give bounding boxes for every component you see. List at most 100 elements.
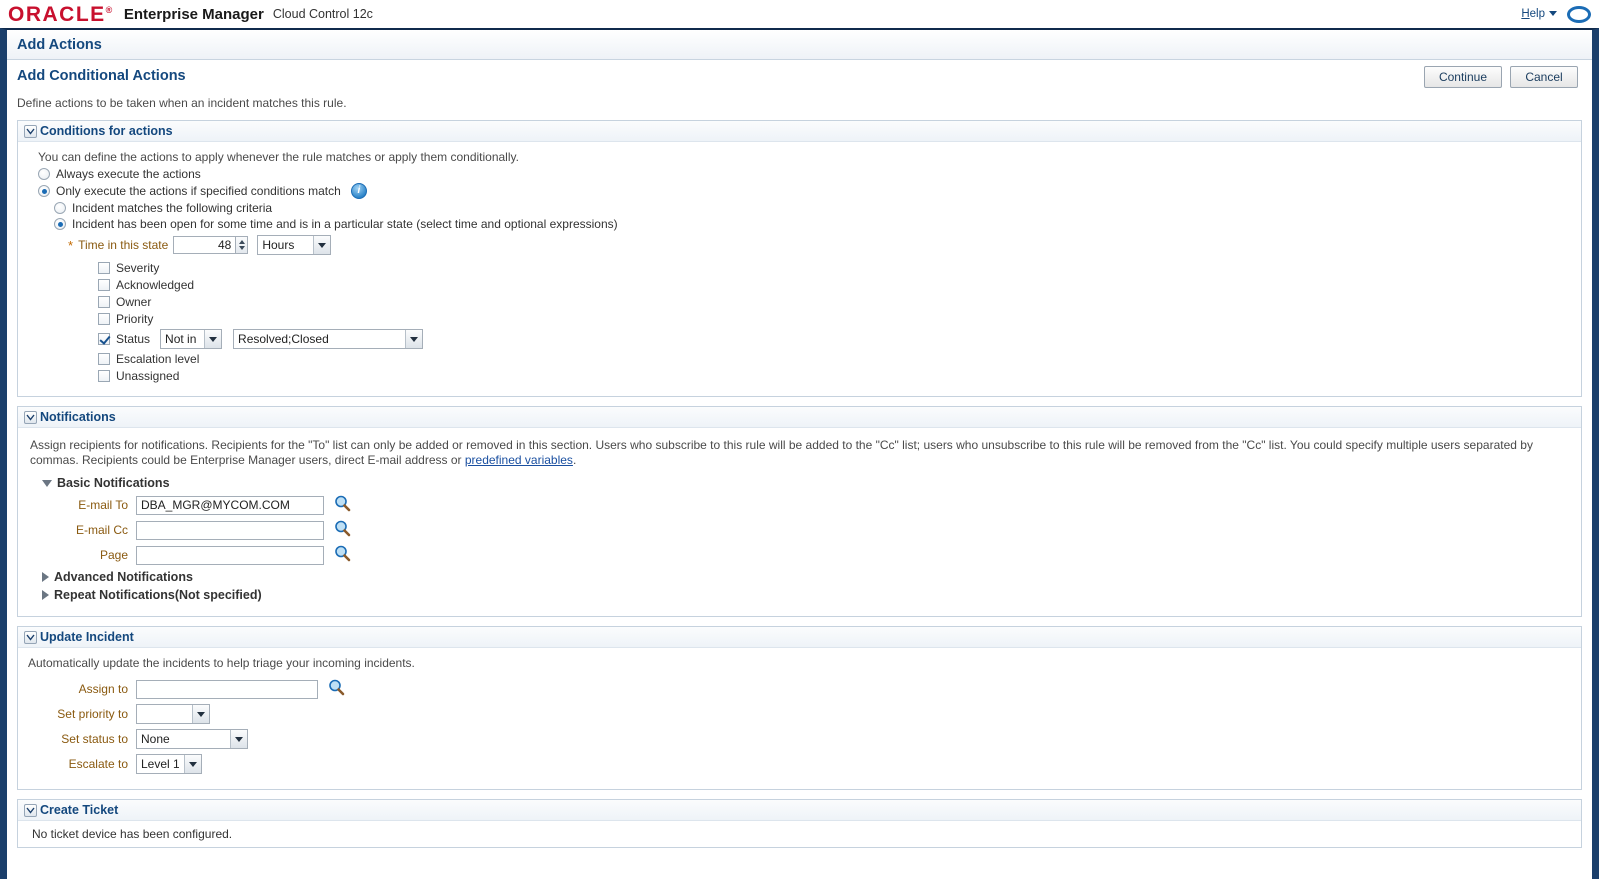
checkbox-row-priority[interactable]: Priority xyxy=(98,312,1571,326)
spinner-down-icon[interactable] xyxy=(238,246,245,250)
search-lens-icon-assign-to[interactable] xyxy=(328,679,345,699)
collapse-update-incident-icon[interactable] xyxy=(24,630,37,644)
search-lens-icon-page[interactable] xyxy=(334,545,351,565)
checkbox-row-acknowledged[interactable]: Acknowledged xyxy=(98,278,1571,292)
checkbox-escalation-level[interactable] xyxy=(98,353,110,365)
status-value-select[interactable]: Resolved;Closed xyxy=(233,329,424,349)
checkbox-severity-label: Severity xyxy=(116,261,160,275)
time-in-state-label: Time in this state xyxy=(78,238,169,252)
search-lens-icon-email-cc[interactable] xyxy=(334,520,351,540)
page-description: Define actions to be taken when an incid… xyxy=(17,96,347,110)
email-cc-row: E-mail Cc xyxy=(28,520,1571,540)
set-status-select[interactable]: None xyxy=(136,729,248,749)
assign-to-label: Assign to xyxy=(78,682,128,696)
conditions-hint: You can define the actions to apply when… xyxy=(38,150,519,164)
conditions-panel: Conditions for actions You can define th… xyxy=(17,120,1582,397)
radio-open-for-time-label: Incident has been open for some time and… xyxy=(72,217,618,231)
time-in-state-input[interactable] xyxy=(173,236,236,254)
time-in-state-row: * Time in this state Hours xyxy=(68,235,1571,255)
time-in-state-stepper[interactable] xyxy=(173,236,249,254)
escalate-to-select[interactable]: Level 1 xyxy=(136,754,202,774)
chevron-down-icon[interactable] xyxy=(405,330,423,348)
checkbox-row-severity[interactable]: Severity xyxy=(98,261,1571,275)
update-incident-panel-title: Update Incident xyxy=(40,630,134,644)
radio-always-execute[interactable]: Always execute the actions xyxy=(38,167,1571,181)
create-ticket-panel: Create Ticket No ticket device has been … xyxy=(17,799,1582,848)
set-status-label: Set status to xyxy=(61,732,128,746)
radio-open-for-time-input[interactable] xyxy=(54,218,66,230)
checkbox-severity[interactable] xyxy=(98,262,110,274)
continue-button[interactable]: Continue xyxy=(1423,66,1502,88)
checkbox-unassigned[interactable] xyxy=(98,370,110,382)
cancel-button[interactable]: Cancel xyxy=(1510,66,1578,88)
chevron-down-icon[interactable] xyxy=(230,730,247,748)
radio-matches-criteria[interactable]: Incident matches the following criteria xyxy=(54,201,1571,215)
required-indicator: * xyxy=(68,237,74,253)
email-to-input[interactable] xyxy=(136,495,324,515)
radio-only-if-conditions-input[interactable] xyxy=(38,185,50,197)
chevron-down-icon[interactable] xyxy=(204,330,222,348)
radio-matches-criteria-label: Incident matches the following criteria xyxy=(72,201,273,215)
predefined-variables-link[interactable]: predefined variables xyxy=(465,453,573,467)
checkbox-row-status[interactable]: Status Not in Resolved;Closed xyxy=(98,329,1571,349)
checkbox-acknowledged[interactable] xyxy=(98,279,110,291)
repeat-notifications-disclosure[interactable]: Repeat Notifications(Not specified) xyxy=(42,588,1571,602)
advanced-notifications-disclosure[interactable]: Advanced Notifications xyxy=(42,570,1571,584)
radio-always-execute-input[interactable] xyxy=(38,168,50,180)
set-status-value: None xyxy=(141,732,170,746)
checkbox-acknowledged-label: Acknowledged xyxy=(116,278,195,292)
chevron-down-icon xyxy=(1549,11,1557,17)
advanced-notifications-label: Advanced Notifications xyxy=(54,570,193,584)
triangle-right-icon xyxy=(42,590,49,600)
chevron-down-icon[interactable] xyxy=(192,705,209,723)
chevron-down-icon[interactable] xyxy=(184,755,201,773)
radio-only-if-conditions[interactable]: Only execute the actions if specified co… xyxy=(38,183,1571,199)
search-lens-icon-email-to[interactable] xyxy=(334,495,351,515)
collapse-create-ticket-icon[interactable] xyxy=(24,803,37,817)
checkbox-row-unassigned[interactable]: Unassigned xyxy=(98,369,1571,383)
conditions-panel-header: Conditions for actions xyxy=(18,121,1581,142)
checkbox-status-label: Status xyxy=(116,332,151,346)
checkbox-row-escalation-level[interactable]: Escalation level xyxy=(98,352,1571,366)
status-operator-value: Not in xyxy=(165,332,197,346)
checkbox-owner[interactable] xyxy=(98,296,110,308)
email-cc-input[interactable] xyxy=(136,520,324,540)
user-ring-icon[interactable] xyxy=(1567,5,1591,23)
help-label-rest: elp xyxy=(1529,8,1545,20)
checkbox-priority-label: Priority xyxy=(116,312,154,326)
page-input[interactable] xyxy=(136,545,324,565)
collapse-notifications-icon[interactable] xyxy=(24,410,37,424)
checkbox-row-owner[interactable]: Owner xyxy=(98,295,1571,309)
notifications-description: Assign recipients for notifications. Rec… xyxy=(30,438,1571,468)
chevron-down-icon[interactable] xyxy=(313,236,331,254)
oracle-logo: ORACLE® xyxy=(8,2,114,26)
radio-matches-criteria-input[interactable] xyxy=(54,202,66,214)
collapse-conditions-icon[interactable] xyxy=(24,124,37,138)
notifications-panel-header: Notifications xyxy=(18,407,1581,428)
time-in-state-spinner[interactable] xyxy=(235,236,249,254)
branding-bar: ORACLE® Enterprise Manager Cloud Control… xyxy=(0,0,1599,28)
assign-to-row: Assign to xyxy=(28,679,1571,699)
escalate-to-label: Escalate to xyxy=(68,757,128,771)
set-priority-select[interactable] xyxy=(136,704,210,724)
application-subtitle: Cloud Control 12c xyxy=(272,7,373,21)
checkbox-priority[interactable] xyxy=(98,313,110,325)
email-to-row: E-mail To xyxy=(28,495,1571,515)
status-operator-select[interactable]: Not in xyxy=(160,329,223,349)
repeat-notifications-label: Repeat Notifications(Not specified) xyxy=(54,588,262,602)
radio-open-for-time[interactable]: Incident has been open for some time and… xyxy=(54,217,1571,231)
email-to-label: E-mail To xyxy=(78,498,128,512)
triangle-down-icon xyxy=(42,479,52,487)
info-icon[interactable]: i xyxy=(350,183,367,199)
help-menu[interactable]: Help xyxy=(1521,8,1557,20)
page-field-label: Page xyxy=(99,548,128,562)
create-ticket-panel-header: Create Ticket xyxy=(18,800,1581,821)
basic-notifications-disclosure[interactable]: Basic Notifications xyxy=(42,476,1571,490)
checkbox-status[interactable] xyxy=(98,333,110,345)
triangle-right-icon xyxy=(42,572,49,582)
time-unit-select[interactable]: Hours xyxy=(257,235,332,255)
status-value: Resolved;Closed xyxy=(238,332,329,346)
basic-notifications-label: Basic Notifications xyxy=(57,476,170,490)
spinner-up-icon[interactable] xyxy=(238,240,245,244)
assign-to-input[interactable] xyxy=(136,679,318,699)
